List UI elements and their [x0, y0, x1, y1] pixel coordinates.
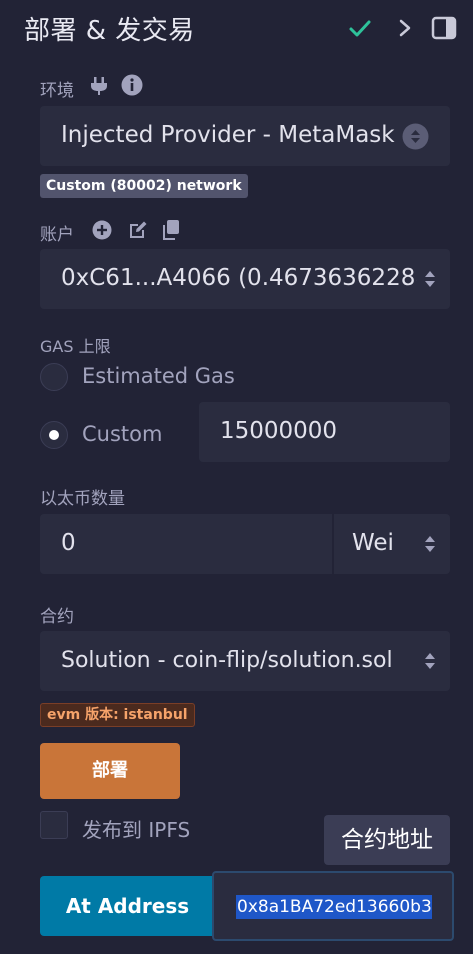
- evm-version-badge: evm 版本: istanbul: [40, 703, 195, 727]
- copy-icon[interactable]: [161, 219, 181, 241]
- unit-value: Wei: [352, 530, 394, 556]
- gas-limit-input[interactable]: 15000000: [199, 402, 450, 462]
- page-title: 部署 & 发交易: [24, 16, 195, 46]
- gas-limit-label: GAS 上限: [40, 337, 111, 356]
- estimated-gas-radio[interactable]: [40, 363, 68, 391]
- edit-icon[interactable]: [127, 219, 149, 241]
- publish-ipfs-label: 发布到 IPFS: [82, 818, 191, 842]
- select-arrows-icon: [425, 536, 435, 552]
- contract-value: Solution - coin-flip/solution.sol: [61, 648, 393, 673]
- environment-label: 环境: [40, 81, 74, 101]
- add-account-icon[interactable]: [92, 220, 112, 240]
- value-label: 以太币数量: [40, 489, 125, 509]
- selected-address-text: 0x8a1BA72ed13660b325: [236, 895, 432, 919]
- check-icon[interactable]: [346, 14, 374, 42]
- estimated-gas-label: Estimated Gas: [82, 364, 235, 388]
- panel-icon[interactable]: [430, 15, 458, 41]
- radio-selected-dot: [49, 430, 59, 440]
- select-arrows-icon: [425, 653, 435, 669]
- unit-select[interactable]: Wei: [334, 514, 450, 574]
- deploy-button[interactable]: 部署: [40, 743, 180, 799]
- select-arrows-icon: [425, 271, 435, 287]
- gas-limit-value: 15000000: [220, 418, 338, 444]
- contract-select[interactable]: Solution - coin-flip/solution.sol: [40, 631, 450, 691]
- contract-label: 合约: [40, 607, 74, 627]
- environment-select[interactable]: Injected Provider - MetaMask: [40, 106, 450, 166]
- panel-header: 部署 & 发交易: [0, 0, 473, 58]
- at-address-button[interactable]: At Address: [40, 876, 215, 936]
- address-tooltip: 合约地址: [324, 815, 450, 865]
- account-value: 0xC61...A4066 (0.4673636228861: [61, 265, 417, 291]
- account-label: 账户: [40, 225, 74, 245]
- plug-icon: [91, 77, 107, 95]
- custom-gas-label: Custom: [82, 422, 163, 446]
- publish-ipfs-checkbox[interactable]: [40, 811, 68, 839]
- chevron-right-icon[interactable]: [394, 15, 416, 41]
- custom-gas-radio[interactable]: [40, 421, 68, 449]
- contract-address-input[interactable]: 0x8a1BA72ed13660b325: [212, 871, 454, 941]
- account-select[interactable]: 0xC61...A4066 (0.4673636228861: [40, 249, 450, 309]
- value-input[interactable]: 0: [40, 514, 332, 574]
- network-badge: Custom (80002) network: [40, 174, 248, 198]
- select-arrows-icon: [402, 123, 429, 150]
- environment-value: Injected Provider - MetaMask: [61, 122, 395, 148]
- info-icon[interactable]: [121, 74, 143, 96]
- value-amount: 0: [61, 530, 76, 556]
